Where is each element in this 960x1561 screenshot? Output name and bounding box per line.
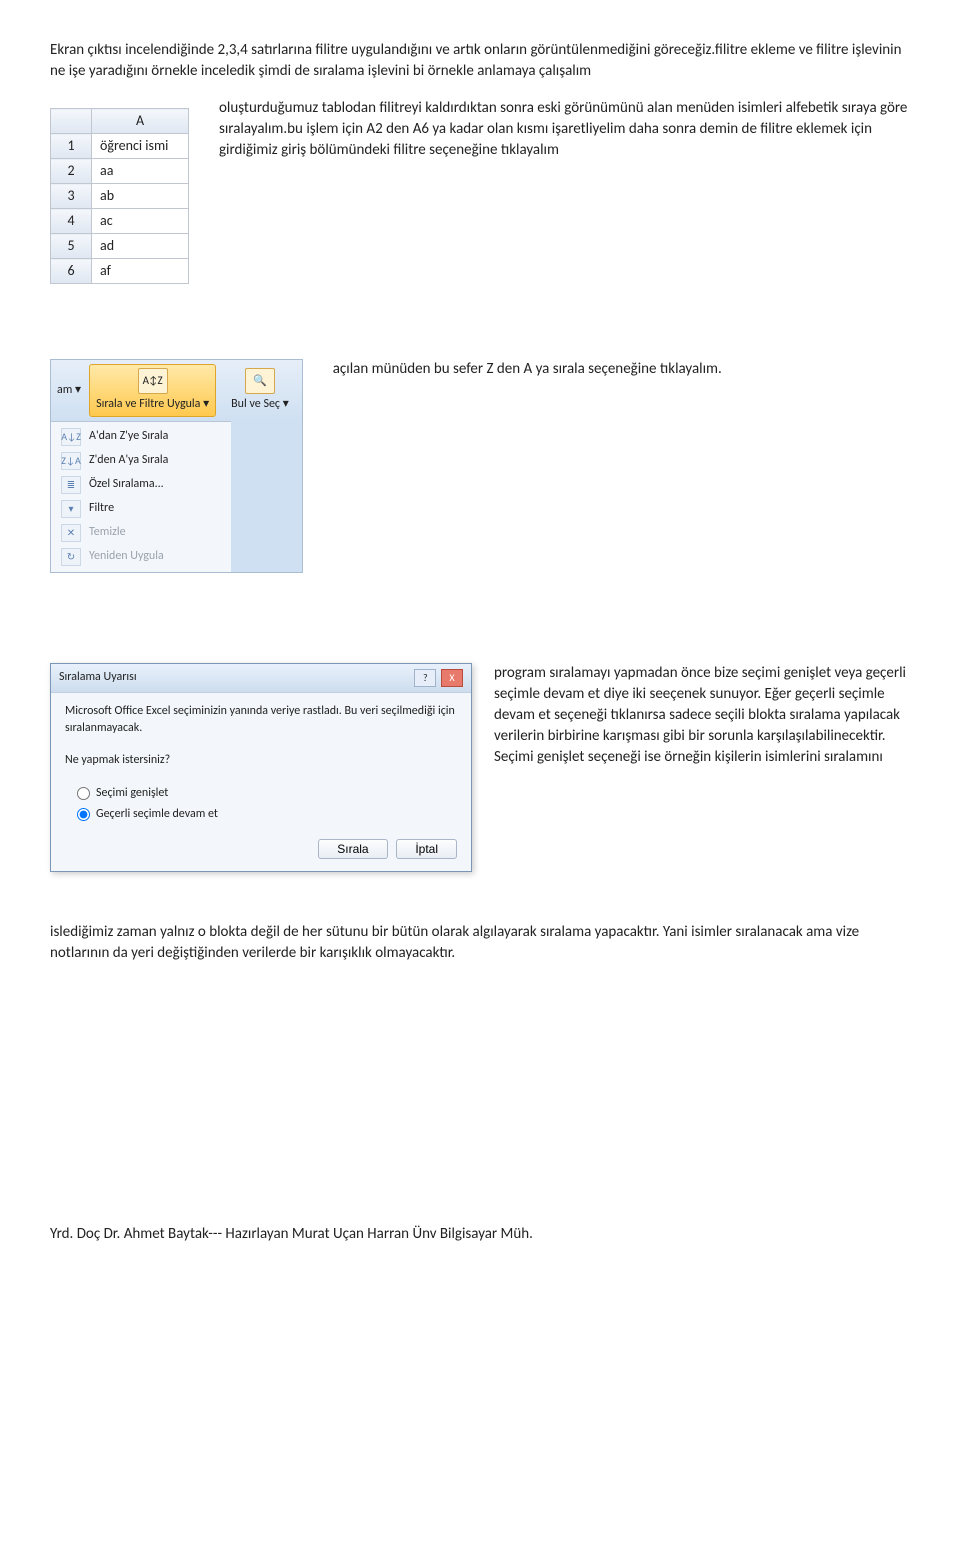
menu-sort-za[interactable]: Z↓A Z'den A'ya Sırala: [51, 449, 231, 473]
close-button[interactable]: X: [441, 669, 463, 687]
menu-label: Yeniden Uygula: [89, 548, 164, 565]
dialog-body: Microsoft Office Excel seçiminizin yanın…: [51, 693, 471, 839]
excel-section: A 1öğrenci ismi 2aa 3ab 4ac 5ad 6af oluş…: [50, 98, 910, 309]
custom-sort-icon: ≣: [61, 476, 81, 494]
window-buttons: ? X: [412, 669, 463, 687]
dialog-title: Sıralama Uyarısı: [59, 669, 137, 686]
help-button[interactable]: ?: [414, 669, 436, 687]
excel-row-header[interactable]: 6: [51, 259, 92, 284]
sort-filter-label: Sırala ve Filtre Uygula ▾: [96, 396, 209, 413]
filter-icon: ▾: [61, 500, 81, 518]
radio-continue-label: Geçerli seçimle devam et: [96, 806, 218, 823]
ribbon-left-label[interactable]: am ▾: [57, 382, 81, 399]
az-sort-icon: A↓Z: [61, 428, 81, 446]
menu-label: Özel Sıralama...: [89, 476, 164, 493]
menu-custom-sort[interactable]: ≣ Özel Sıralama...: [51, 473, 231, 497]
radio-expand-input[interactable]: [77, 787, 90, 800]
after-dialog-paragraph: islediğimiz zaman yalnız o blokta değil …: [50, 922, 910, 964]
find-select-button[interactable]: 🔍 Bul ve Seç ▾: [224, 364, 296, 417]
excel-row-header[interactable]: 3: [51, 184, 92, 209]
cancel-button[interactable]: İptal: [396, 839, 457, 859]
menu-clear: ✕ Temizle: [51, 521, 231, 545]
dialog-question: Ne yapmak istersiniz?: [65, 752, 457, 769]
excel-table: A 1öğrenci ismi 2aa 3ab 4ac 5ad 6af: [50, 108, 189, 284]
menu-filter[interactable]: ▾ Filtre: [51, 497, 231, 521]
sort-icon: A↕Z: [138, 368, 168, 394]
page-footer: Yrd. Doç Dr. Ahmet Baytak--- Hazırlayan …: [50, 1224, 910, 1245]
dialog-side-text: program sıralamayı yapmadan önce bize se…: [494, 663, 910, 772]
za-sort-icon: Z↓A: [61, 452, 81, 470]
dialog-section: Sıralama Uyarısı ? X Microsoft Office Ex…: [50, 663, 910, 872]
dialog-titlebar[interactable]: Sıralama Uyarısı ? X: [51, 664, 471, 693]
ribbon-section: am ▾ A↕Z Sırala ve Filtre Uygula ▾ 🔍 Bul…: [50, 359, 910, 613]
dialog-message: Microsoft Office Excel seçiminizin yanın…: [65, 703, 457, 737]
radio-continue-input[interactable]: [77, 808, 90, 821]
excel-row-header[interactable]: 1: [51, 134, 92, 159]
excel-side-text: oluşturduğumuz tablodan filitreyi kaldır…: [219, 98, 910, 161]
dialog-buttons: Sırala İptal: [51, 839, 471, 871]
sort-warning-dialog: Sıralama Uyarısı ? X Microsoft Office Ex…: [50, 663, 472, 872]
excel-cell[interactable]: af: [92, 259, 189, 284]
excel-cell[interactable]: ac: [92, 209, 189, 234]
binoculars-icon: 🔍: [245, 368, 275, 394]
excel-row-header[interactable]: 4: [51, 209, 92, 234]
menu-label: A'dan Z'ye Sırala: [89, 428, 168, 445]
sort-filter-button[interactable]: A↕Z Sırala ve Filtre Uygula ▾: [89, 364, 216, 417]
dialog-side-text-line: program sıralamayı yapmadan önce bize se…: [494, 663, 910, 768]
menu-label: Filtre: [89, 500, 114, 517]
radio-expand-label: Seçimi genişlet: [96, 785, 168, 802]
radio-expand[interactable]: Seçimi genişlet: [77, 785, 457, 802]
sort-menu: A↓Z A'dan Z'ye Sırala Z↓A Z'den A'ya Sır…: [51, 421, 231, 572]
radio-continue[interactable]: Geçerli seçimle devam et: [77, 806, 457, 823]
ribbon-top: am ▾ A↕Z Sırala ve Filtre Uygula ▾ 🔍 Bul…: [51, 360, 302, 421]
excel-cell[interactable]: ab: [92, 184, 189, 209]
excel-col-header[interactable]: A: [92, 109, 189, 134]
excel-cell[interactable]: aa: [92, 159, 189, 184]
menu-label: Z'den A'ya Sırala: [89, 452, 168, 469]
excel-corner[interactable]: [51, 109, 92, 134]
intro-paragraph: Ekran çıktısı incelendiğinde 2,3,4 satır…: [50, 40, 910, 82]
clear-icon: ✕: [61, 524, 81, 542]
ribbon-figure: am ▾ A↕Z Sırala ve Filtre Uygula ▾ 🔍 Bul…: [50, 359, 303, 573]
menu-reapply: ↻ Yeniden Uygula: [51, 545, 231, 569]
menu-label: Temizle: [89, 524, 126, 541]
excel-row-header[interactable]: 2: [51, 159, 92, 184]
find-select-label: Bul ve Seç ▾: [231, 396, 289, 413]
menu-sort-az[interactable]: A↓Z A'dan Z'ye Sırala: [51, 425, 231, 449]
reapply-icon: ↻: [61, 548, 81, 566]
sort-button[interactable]: Sırala: [318, 839, 387, 859]
excel-cell[interactable]: öğrenci ismi: [92, 134, 189, 159]
ribbon-side-text: açılan münüden bu sefer Z den A ya sıral…: [333, 359, 910, 380]
excel-row-header[interactable]: 5: [51, 234, 92, 259]
excel-cell[interactable]: ad: [92, 234, 189, 259]
